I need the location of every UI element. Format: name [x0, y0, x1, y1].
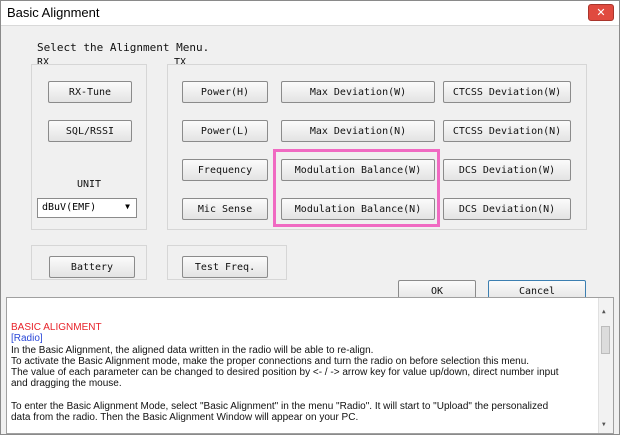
help-heading: BASIC ALIGNMENT: [11, 322, 102, 333]
close-icon: ✕: [596, 6, 606, 19]
title-bar[interactable]: Basic Alignment ✕: [1, 1, 619, 26]
help-line: data from the radio. Then the Basic Alig…: [11, 412, 359, 424]
modulation-balance-highlight: [273, 149, 440, 227]
help-line: To enter the Basic Alignment Mode, selec…: [11, 401, 549, 413]
dcs-deviation-w-button[interactable]: DCS Deviation(W): [443, 159, 571, 181]
scrollbar-thumb[interactable]: [601, 326, 610, 354]
unit-label: UNIT: [77, 179, 102, 190]
ctcss-deviation-w-button[interactable]: CTCSS Deviation(W): [443, 81, 571, 103]
chevron-down-icon: ▼: [125, 202, 130, 211]
help-line: In the Basic Alignment, the aligned data…: [11, 344, 374, 356]
help-line: To activate the Basic Alignment mode, ma…: [11, 355, 530, 367]
test-freq-button[interactable]: Test Freq.: [182, 256, 268, 278]
close-button[interactable]: ✕: [588, 4, 614, 21]
mic-sense-button[interactable]: Mic Sense: [182, 198, 268, 220]
help-text-pane[interactable]: BASIC ALIGNMENT [Radio] In the Basic Ali…: [6, 297, 614, 434]
max-deviation-w-button[interactable]: Max Deviation(W): [281, 81, 435, 103]
sql-rssi-button[interactable]: SQL/RSSI: [48, 120, 132, 142]
max-deviation-n-button[interactable]: Max Deviation(N): [281, 120, 435, 142]
scroll-down-icon[interactable]: ▼: [602, 421, 606, 428]
dcs-deviation-n-button[interactable]: DCS Deviation(N): [443, 198, 571, 220]
help-line: The value of each parameter can be chang…: [11, 367, 559, 379]
battery-button[interactable]: Battery: [49, 256, 135, 278]
help-line-blank: [11, 390, 596, 401]
unit-value: dBuV(EMF): [42, 202, 97, 213]
vertical-scrollbar[interactable]: ▲ ▼: [598, 298, 613, 433]
rx-tune-button[interactable]: RX-Tune: [48, 81, 132, 103]
help-text: BASIC ALIGNMENT [Radio] In the Basic Ali…: [11, 322, 596, 424]
help-line: and dragging the mouse.: [11, 378, 122, 390]
basic-alignment-window: Basic Alignment ✕ Select the Alignment M…: [0, 0, 620, 435]
scroll-up-icon[interactable]: ▲: [602, 308, 606, 315]
power-h-button[interactable]: Power(H): [182, 81, 268, 103]
ctcss-deviation-n-button[interactable]: CTCSS Deviation(N): [443, 120, 571, 142]
help-subheading: [Radio]: [11, 333, 43, 345]
frequency-button[interactable]: Frequency: [182, 159, 268, 181]
unit-dropdown[interactable]: dBuV(EMF) ▼: [37, 198, 137, 218]
window-title: Basic Alignment: [7, 5, 100, 20]
menu-heading: Select the Alignment Menu.: [37, 41, 210, 54]
power-l-button[interactable]: Power(L): [182, 120, 268, 142]
